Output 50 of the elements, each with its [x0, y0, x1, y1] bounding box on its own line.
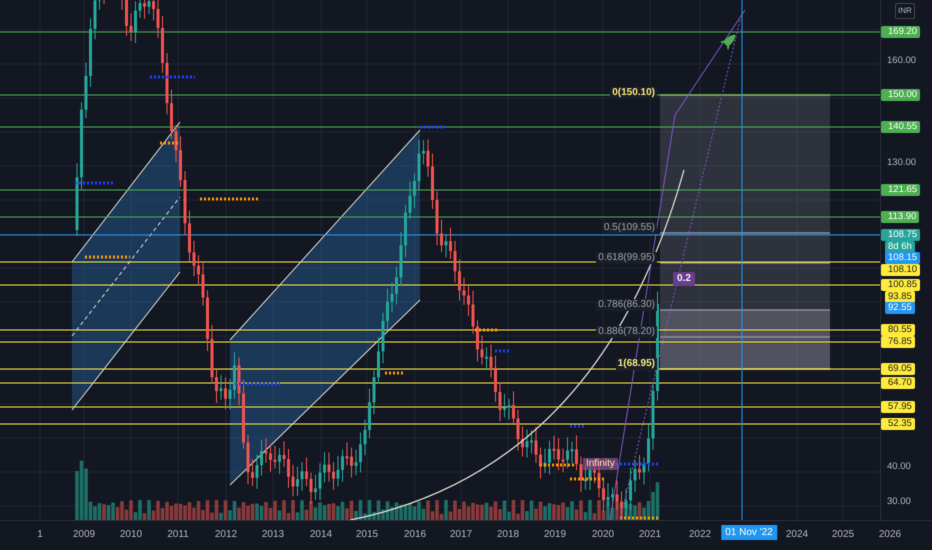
price-tick: 160.00 — [887, 55, 916, 67]
price-label: 52.35 — [881, 418, 915, 430]
price-label: 108.15 — [885, 252, 920, 264]
time-tick: 2019 — [544, 529, 566, 540]
price-label: 80.55 — [881, 324, 915, 336]
fibonacci-level-label: 0.786(86.30) — [596, 299, 657, 311]
time-tick: 2021 — [638, 529, 662, 540]
price-label: 140.55 — [881, 121, 920, 133]
currency-label: INR — [895, 3, 915, 19]
price-label: 76.85 — [881, 336, 915, 348]
ratio-badge: 0.2 — [673, 272, 695, 286]
time-tick: 2018 — [496, 529, 520, 540]
time-tick: 2015 — [356, 529, 378, 540]
time-tick: 2025 — [832, 529, 854, 540]
chart-note: Infinity — [583, 458, 618, 470]
time-tick: 2026 — [878, 529, 902, 540]
price-label: 100.85 — [881, 279, 920, 291]
price-label: 93.85 — [885, 291, 915, 303]
price-label: 8d 6h — [885, 241, 915, 253]
time-tick: 2009 — [72, 529, 96, 540]
price-label: 69.05 — [881, 363, 915, 375]
price-label: 108.75 — [881, 229, 920, 241]
price-label: 92.55 — [885, 302, 915, 314]
time-tick: 2013 — [262, 529, 284, 540]
time-tick: 2010 — [120, 529, 142, 540]
price-tick: 30.00 — [887, 496, 911, 508]
time-tick: 2020 — [592, 529, 614, 540]
price-label: 113.90 — [881, 211, 920, 223]
time-tick: 2016 — [404, 529, 426, 540]
fibonacci-level-label: 0.886(78.20) — [596, 326, 657, 338]
price-label: 121.65 — [881, 184, 920, 196]
time-tick: 2024 — [786, 529, 808, 540]
time-tick: 2022 — [688, 529, 712, 540]
price-tick: 40.00 — [887, 461, 911, 473]
time-tick: 2011 — [167, 529, 189, 540]
price-label: 64.70 — [881, 377, 915, 389]
time-tick: 2014 — [310, 529, 332, 540]
fibonacci-level-label: 0(150.10) — [610, 87, 657, 99]
time-tick: 2017 — [450, 529, 472, 540]
fibonacci-level-label: 1(68.95) — [616, 358, 657, 370]
price-label: 150.00 — [881, 89, 920, 101]
price-tick: 130.00 — [887, 157, 916, 169]
fibonacci-level-label: 0.618(99.95) — [596, 252, 657, 264]
price-label: 169.20 — [881, 26, 920, 38]
price-label: 108.10 — [881, 264, 920, 276]
crosshair-date-label: 01 Nov '22 — [721, 525, 777, 540]
fibonacci-level-label: 0.5(109.55) — [602, 222, 657, 234]
price-label: 57.95 — [881, 401, 915, 413]
time-tick: 1 — [37, 529, 43, 540]
time-tick: 2012 — [214, 529, 238, 540]
